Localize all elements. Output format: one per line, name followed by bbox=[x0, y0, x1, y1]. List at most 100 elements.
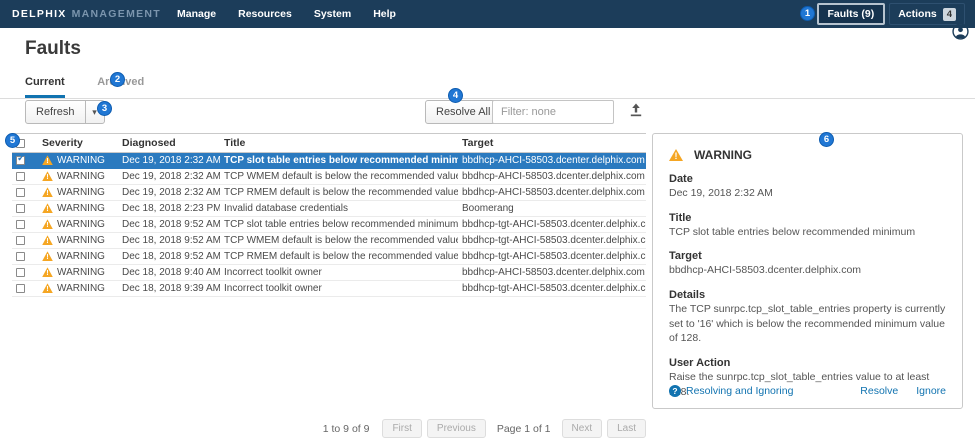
faults-button[interactable]: Faults (9) bbox=[817, 3, 886, 25]
warning-icon bbox=[42, 267, 53, 277]
detail-date-label: Date bbox=[669, 173, 946, 185]
actions-button[interactable]: Actions 4 bbox=[889, 3, 965, 25]
severity-label: WARNING bbox=[57, 267, 105, 278]
export-icon[interactable] bbox=[629, 103, 643, 120]
title-cell: TCP slot table entries below recommended… bbox=[220, 217, 458, 233]
column-header-title[interactable]: Title bbox=[220, 134, 458, 153]
refresh-button[interactable]: Refresh bbox=[25, 100, 86, 124]
detail-title-value: TCP slot table entries below recommended… bbox=[669, 225, 946, 240]
detail-user-action-label: User Action bbox=[669, 357, 946, 369]
detail-details-value: The TCP sunrpc.tcp_slot_table_entries pr… bbox=[669, 302, 946, 346]
warning-icon bbox=[42, 187, 53, 197]
target-cell: Boomerang bbox=[458, 201, 646, 217]
pagination-next-button[interactable]: Next bbox=[562, 419, 603, 438]
table-row[interactable]: WARNINGDec 19, 2018 2:32 AMTCP WMEM defa… bbox=[12, 169, 646, 185]
diagnosed-cell: Dec 18, 2018 9:39 AM bbox=[118, 281, 220, 297]
row-checkbox[interactable] bbox=[16, 252, 25, 261]
fault-detail-panel: WARNING Date Dec 19, 2018 2:32 AM Title … bbox=[652, 133, 963, 409]
table-row[interactable]: WARNINGDec 19, 2018 2:32 AMTCP RMEM defa… bbox=[12, 185, 646, 201]
actions-count-badge: 4 bbox=[943, 8, 956, 21]
table-row[interactable]: WARNINGDec 18, 2018 9:39 AMIncorrect too… bbox=[12, 281, 646, 297]
diagnosed-cell: Dec 19, 2018 2:32 AM bbox=[118, 169, 220, 185]
user-account-icon[interactable] bbox=[952, 23, 969, 40]
table-row[interactable]: WARNING Dec 18, 2018 9:52 AMTCP RMEM defa… bbox=[12, 249, 646, 265]
callout-1: 1 bbox=[800, 6, 815, 21]
detail-target-label: Target bbox=[669, 250, 946, 262]
help-link-label: Resolving and Ignoring bbox=[686, 385, 793, 397]
table-row[interactable]: WARNINGDec 18, 2018 9:52 AMTCP WMEM defa… bbox=[12, 233, 646, 249]
nav-item-help[interactable]: Help bbox=[373, 8, 396, 20]
table-row[interactable]: WARNINGDec 19, 2018 2:32 AMTCP slot tabl… bbox=[12, 153, 646, 169]
tab-current[interactable]: Current bbox=[25, 76, 65, 98]
detail-severity-label: WARNING bbox=[694, 148, 752, 162]
help-icon bbox=[669, 385, 681, 397]
fault-table-body: WARNINGDec 19, 2018 2:32 AMTCP slot tabl… bbox=[12, 153, 646, 297]
actions-label: Actions bbox=[898, 8, 937, 20]
callout-4: 4 bbox=[448, 88, 463, 103]
diagnosed-cell: Dec 18, 2018 9:52 AM bbox=[118, 249, 220, 265]
target-cell: bbdhcp-tgt-AHCI-58503.dcenter.delphix.co… bbox=[458, 217, 646, 233]
diagnosed-cell: Dec 19, 2018 2:32 AM bbox=[118, 185, 220, 201]
diagnosed-cell: Dec 19, 2018 2:32 AM bbox=[118, 153, 220, 169]
diagnosed-cell: Dec 18, 2018 9:52 AM bbox=[118, 217, 220, 233]
pagination: 1 to 9 of 9 First Previous Page 1 of 1 N… bbox=[12, 419, 646, 438]
row-checkbox[interactable] bbox=[16, 188, 25, 197]
callout-2: 2 bbox=[110, 72, 125, 87]
column-header-diagnosed[interactable]: Diagnosed bbox=[118, 134, 220, 153]
row-checkbox[interactable] bbox=[16, 220, 25, 229]
nav-item-manage[interactable]: Manage bbox=[177, 8, 216, 20]
detail-severity-header: WARNING bbox=[669, 148, 946, 162]
resolving-ignoring-help-link[interactable]: Resolving and Ignoring bbox=[669, 385, 793, 397]
refresh-button-group: Refresh bbox=[25, 100, 105, 124]
resolve-link[interactable]: Resolve bbox=[860, 385, 898, 397]
detail-footer: Resolving and Ignoring Resolve Ignore bbox=[669, 385, 946, 397]
warning-icon bbox=[42, 219, 53, 229]
table-row[interactable]: WARNINGDec 18, 2018 2:23 PMInvalid datab… bbox=[12, 201, 646, 217]
target-cell: bbdhcp-AHCI-58503.dcenter.delphix.com bbox=[458, 153, 646, 169]
nav-item-system[interactable]: System bbox=[314, 8, 351, 20]
callout-5: 5 bbox=[5, 133, 20, 148]
severity-label: WARNING bbox=[57, 235, 105, 246]
pagination-page-indicator: Page 1 of 1 bbox=[497, 423, 551, 435]
filter-input[interactable] bbox=[492, 100, 614, 124]
detail-date-value: Dec 19, 2018 2:32 AM bbox=[669, 186, 946, 201]
severity-label: WARNING bbox=[57, 187, 105, 198]
faults-table: Severity Diagnosed Title Target WARNINGD… bbox=[12, 133, 646, 297]
ignore-link[interactable]: Ignore bbox=[916, 385, 946, 397]
target-cell: bbdhcp-tgt-AHCI-58503.dcenter.delphix.co… bbox=[458, 249, 646, 265]
title-cell: TCP slot table entries below recommended… bbox=[220, 153, 458, 169]
pagination-summary: 1 to 9 of 9 bbox=[323, 423, 370, 435]
severity-label: WARNING bbox=[57, 203, 105, 214]
pagination-last-button[interactable]: Last bbox=[607, 419, 646, 438]
top-nav: DELPHIXMANAGEMENT Manage Resources Syste… bbox=[0, 0, 975, 28]
title-cell: TCP RMEM default is below the recommende… bbox=[220, 249, 458, 265]
row-checkbox[interactable] bbox=[16, 156, 25, 165]
row-checkbox[interactable] bbox=[16, 204, 25, 213]
row-checkbox[interactable] bbox=[16, 268, 25, 277]
delphix-logo: DELPHIXMANAGEMENT bbox=[12, 8, 161, 20]
column-header-severity[interactable]: Severity bbox=[38, 134, 118, 153]
title-cell: TCP WMEM default is below the recommende… bbox=[220, 233, 458, 249]
warning-icon bbox=[42, 203, 53, 213]
title-cell: Invalid database credentials bbox=[220, 201, 458, 217]
severity-label: WARNING bbox=[57, 251, 105, 262]
resolve-all-button[interactable]: Resolve All bbox=[425, 100, 501, 124]
brand-suffix: MANAGEMENT bbox=[72, 8, 161, 20]
row-checkbox[interactable] bbox=[16, 284, 25, 293]
warning-icon bbox=[42, 171, 53, 181]
row-checkbox[interactable] bbox=[16, 172, 25, 181]
pagination-first-button[interactable]: First bbox=[382, 419, 421, 438]
target-cell: bbdhcp-AHCI-58503.dcenter.delphix.com bbox=[458, 169, 646, 185]
callout-3: 3 bbox=[97, 101, 112, 116]
warning-icon bbox=[42, 155, 53, 165]
pagination-previous-button[interactable]: Previous bbox=[427, 419, 486, 438]
table-row[interactable]: WARNINGDec 18, 2018 9:40 AMIncorrect too… bbox=[12, 265, 646, 281]
column-header-target[interactable]: Target bbox=[458, 134, 646, 153]
nav-item-resources[interactable]: Resources bbox=[238, 8, 292, 20]
tab-bar: Current Archived bbox=[0, 64, 975, 99]
table-row[interactable]: WARNINGDec 18, 2018 9:52 AMTCP slot tabl… bbox=[12, 217, 646, 233]
target-cell: bbdhcp-tgt-AHCI-58503.dcenter.delphix.co… bbox=[458, 233, 646, 249]
severity-label: WARNING bbox=[57, 283, 105, 294]
callout-6: 6 bbox=[819, 132, 834, 147]
row-checkbox[interactable] bbox=[16, 236, 25, 245]
